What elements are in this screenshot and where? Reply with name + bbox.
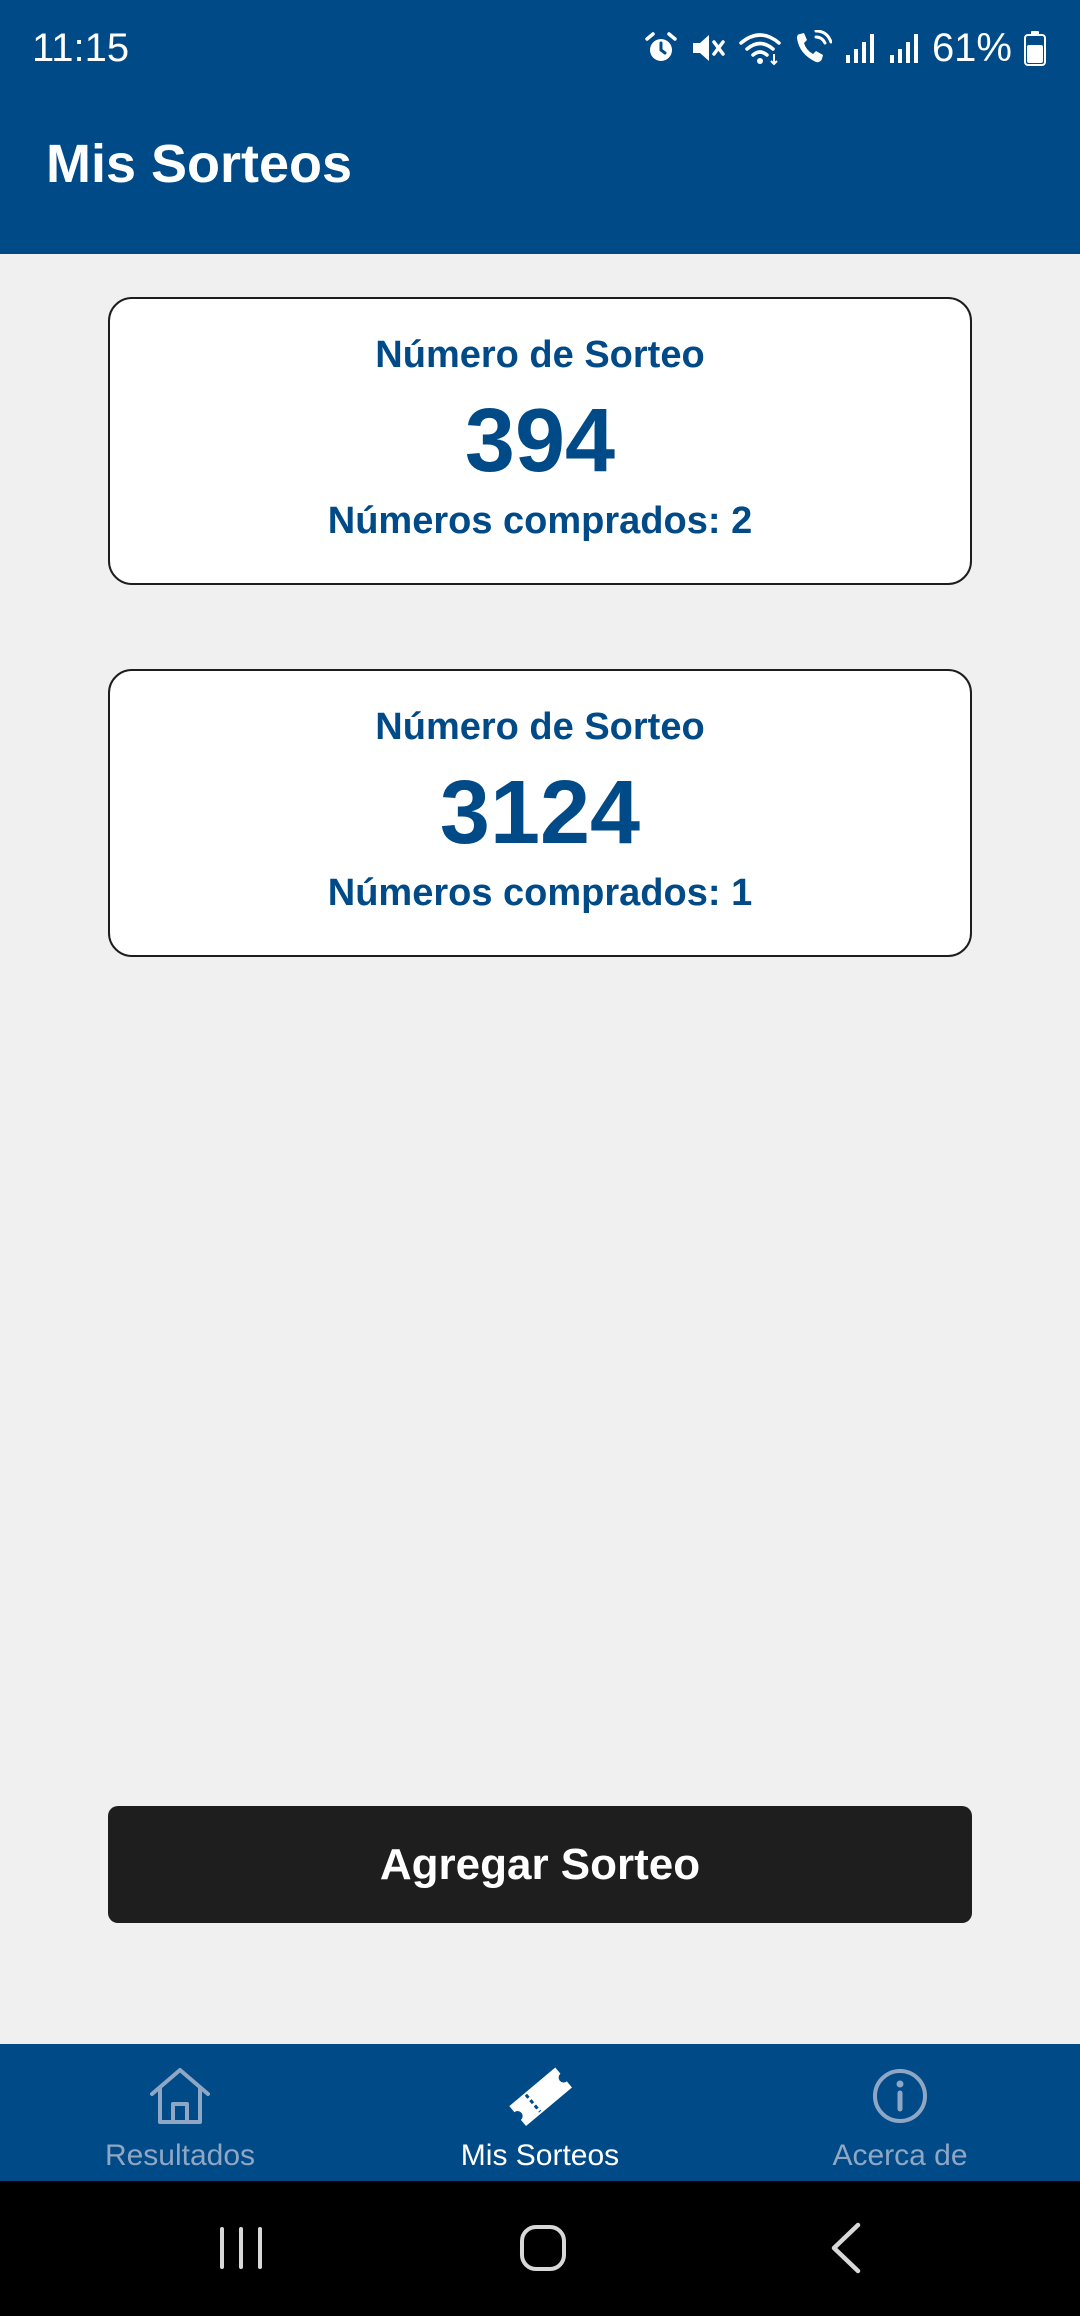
page-title: Mis Sorteos — [46, 134, 353, 194]
raffle-card-label: Número de Sorteo — [375, 334, 705, 376]
status-bar: 11:15 61% — [0, 0, 1080, 96]
home-button-icon[interactable] — [508, 2213, 578, 2283]
add-raffle-button[interactable]: Agregar Sorteo — [108, 1806, 972, 1923]
raffle-card-bought-count: Números comprados: 2 — [327, 500, 753, 542]
nav-item-mis-sorteos[interactable]: Mis Sorteos — [360, 2044, 720, 2181]
raffle-card-number: 394 — [464, 391, 616, 491]
system-nav-bar — [0, 2181, 1080, 2316]
status-time: 11:15 — [32, 26, 130, 70]
signal-icon — [889, 34, 918, 63]
battery-percent: 61% — [931, 26, 1012, 70]
home-icon — [146, 2062, 214, 2130]
battery-icon — [1024, 31, 1046, 66]
alarm-icon — [645, 32, 677, 61]
app-bar: Mis Sorteos — [0, 96, 1080, 254]
nav-label: Acerca de — [832, 2139, 968, 2172]
nav-label: Resultados — [104, 2139, 256, 2172]
nav-item-acerca-de[interactable]: Acerca de — [720, 2044, 1080, 2181]
raffle-card[interactable]: Número de Sorteo 3124 Números comprados:… — [108, 669, 972, 957]
nav-label: Mis Sorteos — [460, 2139, 620, 2172]
raffle-card-label: Número de Sorteo — [375, 706, 705, 748]
bottom-nav: Resultados Mis Sorteos Acerca de — [0, 2044, 1080, 2181]
back-icon[interactable] — [812, 2213, 882, 2283]
mute-icon — [692, 35, 725, 61]
wifi-calling-icon — [796, 30, 832, 63]
raffle-list: Número de Sorteo 394 Números comprados: … — [108, 297, 972, 1041]
raffle-card-bought-count: Números comprados: 1 — [327, 872, 753, 914]
nav-item-resultados[interactable]: Resultados — [0, 2044, 360, 2181]
wifi-icon — [739, 33, 781, 66]
status-icons: 61% — [644, 26, 1046, 70]
signal-icon — [845, 34, 874, 63]
ticket-icon — [506, 2062, 574, 2130]
raffle-card-number: 3124 — [439, 763, 641, 863]
info-icon — [866, 2062, 934, 2130]
raffle-card[interactable]: Número de Sorteo 394 Números comprados: … — [108, 297, 972, 585]
recent-apps-icon[interactable] — [206, 2213, 276, 2283]
